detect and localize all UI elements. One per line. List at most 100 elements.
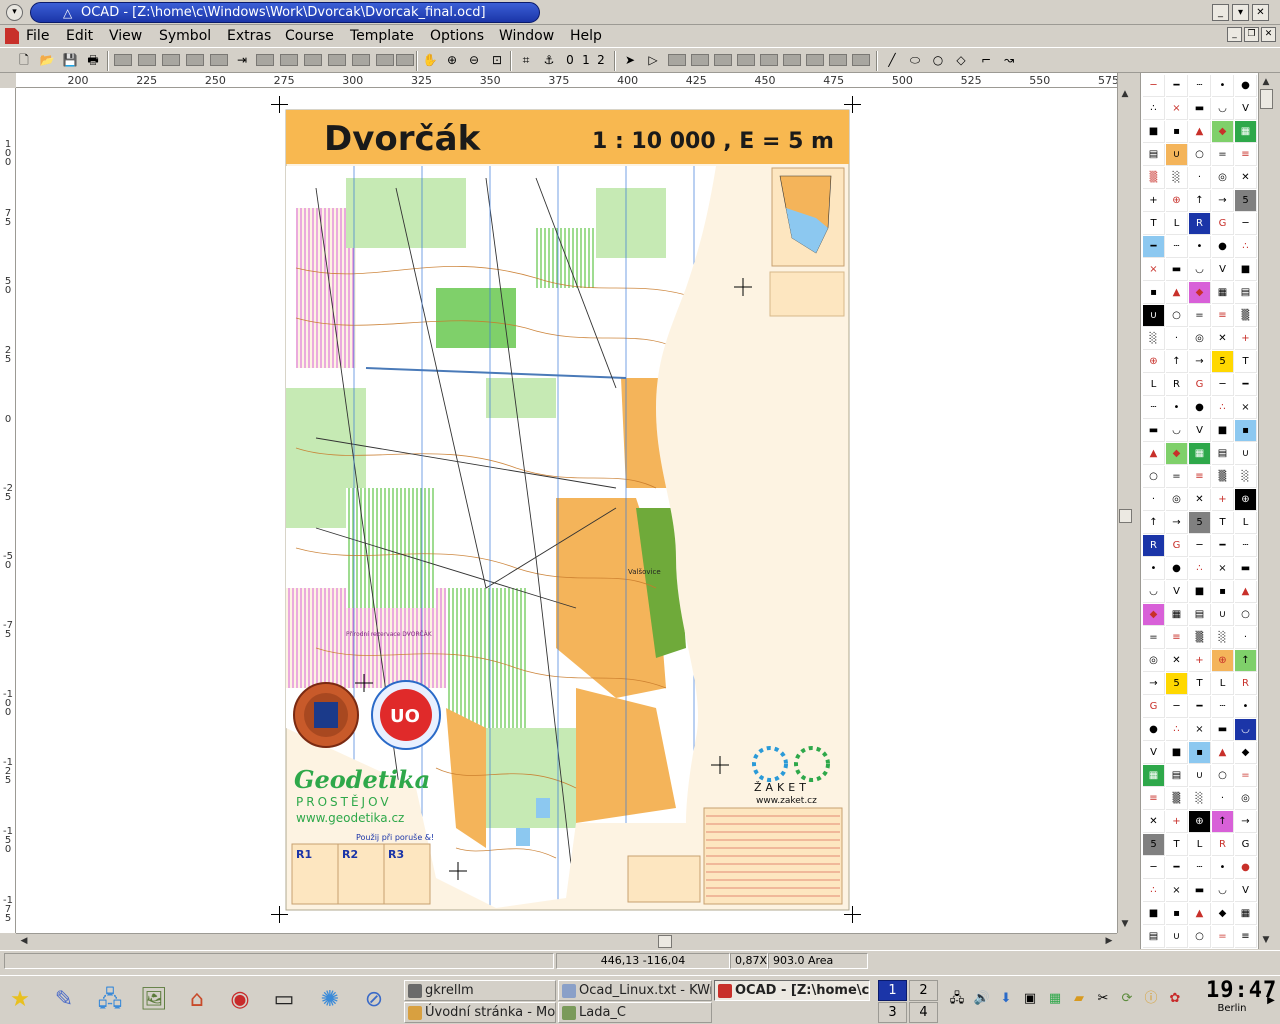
- mdi-minimize-button[interactable]: _: [1227, 27, 1242, 42]
- tray-settings-icon[interactable]: ✿: [1166, 990, 1184, 1008]
- symbol-cell[interactable]: ●: [1143, 719, 1165, 741]
- symbol-cell[interactable]: ■: [1212, 420, 1234, 442]
- draw-tool-a-icon[interactable]: [668, 54, 686, 66]
- symbol-cell[interactable]: ◡: [1189, 259, 1211, 281]
- symbol-cell[interactable]: =: [1235, 765, 1257, 787]
- map-canvas[interactable]: Dvorčák 1 : 10 000 , E = 5 m Valšovice P…: [16, 88, 1117, 933]
- symbol-cell[interactable]: T: [1235, 351, 1257, 373]
- symbol-cell[interactable]: ↑: [1235, 650, 1257, 672]
- symbol-cell[interactable]: 5: [1235, 190, 1257, 212]
- symbol-cell[interactable]: ◡: [1166, 420, 1188, 442]
- menu-file[interactable]: File: [26, 28, 49, 44]
- symbol-cell[interactable]: ┄: [1235, 535, 1257, 557]
- print-icon[interactable]: 🖶: [83, 51, 103, 70]
- symbol-cell[interactable]: ▒: [1166, 788, 1188, 810]
- symbol-cell[interactable]: ▤: [1235, 282, 1257, 304]
- symbol-cell[interactable]: ⊕: [1212, 650, 1234, 672]
- launcher-tools-icon[interactable]: ✎: [48, 984, 80, 1016]
- symbol-cell[interactable]: L: [1212, 673, 1234, 695]
- save-icon[interactable]: 💾: [60, 51, 80, 70]
- symbol-cell[interactable]: ●: [1189, 397, 1211, 419]
- taskbar-expand-icon[interactable]: ▶: [1262, 992, 1280, 1010]
- kde-menu-star-icon[interactable]: ★: [4, 984, 36, 1016]
- symbol-cell[interactable]: ·: [1235, 627, 1257, 649]
- symbol-cell[interactable]: ×: [1189, 719, 1211, 741]
- symbol-cell[interactable]: ◆: [1212, 121, 1234, 143]
- symbol-cell[interactable]: ┄: [1189, 857, 1211, 879]
- grid-icon[interactable]: ⌗: [516, 51, 536, 70]
- symbol-cell[interactable]: ○: [1189, 144, 1211, 166]
- tray-folder-icon[interactable]: ▰: [1070, 990, 1088, 1008]
- symbol-cell[interactable]: ∴: [1212, 397, 1234, 419]
- symbol-cell[interactable]: •: [1189, 236, 1211, 258]
- draw-tool-d-icon[interactable]: [737, 54, 755, 66]
- symbol-cell[interactable]: 5: [1189, 512, 1211, 534]
- symbol-cell[interactable]: ■: [1166, 742, 1188, 764]
- symbol-cell[interactable]: ─: [1143, 75, 1165, 97]
- symbol-cell[interactable]: L: [1166, 213, 1188, 235]
- undo-icon[interactable]: [186, 54, 204, 66]
- symbol-cell[interactable]: ━: [1212, 535, 1234, 557]
- symbol-cell[interactable]: ─: [1166, 696, 1188, 718]
- symbol-cell[interactable]: L: [1143, 374, 1165, 396]
- symbol-cell[interactable]: ↑: [1143, 512, 1165, 534]
- symbol-cell[interactable]: ◡: [1212, 98, 1234, 120]
- symbol-cell[interactable]: ×: [1235, 397, 1257, 419]
- document-icon[interactable]: [5, 28, 19, 44]
- symbol-cell[interactable]: ┄: [1189, 75, 1211, 97]
- horizontal-scroll-thumb[interactable]: [658, 935, 672, 948]
- symbol-cell[interactable]: ◎: [1143, 650, 1165, 672]
- edit-tool-c-icon[interactable]: [304, 54, 322, 66]
- task-lada[interactable]: Lada_C: [558, 1002, 712, 1023]
- new-file-icon[interactable]: 🗋: [14, 51, 34, 70]
- symbol-cell[interactable]: +: [1235, 328, 1257, 350]
- symbol-cell[interactable]: ░: [1189, 788, 1211, 810]
- straight-mode-icon[interactable]: ⌐: [976, 51, 996, 70]
- window-menu-icon[interactable]: ▾: [6, 4, 23, 21]
- symbol-cell[interactable]: ○: [1189, 926, 1211, 948]
- hand-icon[interactable]: ✋: [420, 51, 440, 70]
- symbol-cell[interactable]: =: [1189, 305, 1211, 327]
- symbol-cell[interactable]: ▲: [1143, 443, 1165, 465]
- symbol-cell[interactable]: ○: [1143, 466, 1165, 488]
- symbol-cell[interactable]: ▪: [1166, 903, 1188, 925]
- task-kwrite[interactable]: Ocad_Linux.txt - KWrite: [558, 980, 712, 1001]
- symbol-cell[interactable]: 5: [1143, 834, 1165, 856]
- symbol-cell[interactable]: ◎: [1166, 489, 1188, 511]
- symbol-cell[interactable]: ▤: [1143, 144, 1165, 166]
- launcher-terminal-icon[interactable]: ▭: [268, 984, 300, 1016]
- symbol-cell[interactable]: V: [1143, 742, 1165, 764]
- tray-calendar-icon[interactable]: ▦: [1046, 990, 1064, 1008]
- maximize-button[interactable]: ▾: [1232, 4, 1249, 21]
- symbol-cell[interactable]: R: [1166, 374, 1188, 396]
- symbol-cell[interactable]: ▪: [1189, 742, 1211, 764]
- symbol-cell[interactable]: ━: [1166, 857, 1188, 879]
- symbol-cell[interactable]: ▬: [1189, 98, 1211, 120]
- symbol-cell[interactable]: ✕: [1235, 167, 1257, 189]
- symbol-cell[interactable]: ▲: [1235, 581, 1257, 603]
- edit-tool-g-icon[interactable]: [396, 54, 414, 66]
- symbol-cell[interactable]: R: [1212, 834, 1234, 856]
- palette-scroll-down-icon[interactable]: ▼: [1259, 933, 1273, 947]
- symbol-cell[interactable]: →: [1143, 673, 1165, 695]
- symbol-cell[interactable]: ▪: [1212, 581, 1234, 603]
- scroll-down-arrow-icon[interactable]: ▼: [1118, 917, 1132, 931]
- tray-tools-icon[interactable]: ✂: [1094, 990, 1112, 1008]
- symbol-cell[interactable]: L: [1235, 512, 1257, 534]
- symbol-cell[interactable]: ×: [1212, 558, 1234, 580]
- symbol-cell[interactable]: ▦: [1143, 765, 1165, 787]
- symbol-cell[interactable]: =: [1143, 627, 1165, 649]
- symbol-cell[interactable]: ◎: [1212, 167, 1234, 189]
- tray-download-icon[interactable]: ⬇: [997, 990, 1015, 1008]
- edit-tool-d-icon[interactable]: [328, 54, 346, 66]
- redo-icon[interactable]: [210, 54, 228, 66]
- zoom-digit-2[interactable]: 2: [591, 51, 611, 70]
- symbol-cell[interactable]: →: [1212, 190, 1234, 212]
- symbol-cell[interactable]: =: [1166, 466, 1188, 488]
- symbol-cell[interactable]: →: [1166, 512, 1188, 534]
- symbol-cell[interactable]: ░: [1212, 627, 1234, 649]
- symbol-cell[interactable]: T: [1212, 512, 1234, 534]
- launcher-home-icon[interactable]: ⌂: [181, 984, 213, 1016]
- edit-tool-a-icon[interactable]: [256, 54, 274, 66]
- symbol-cell[interactable]: ≡: [1235, 926, 1257, 948]
